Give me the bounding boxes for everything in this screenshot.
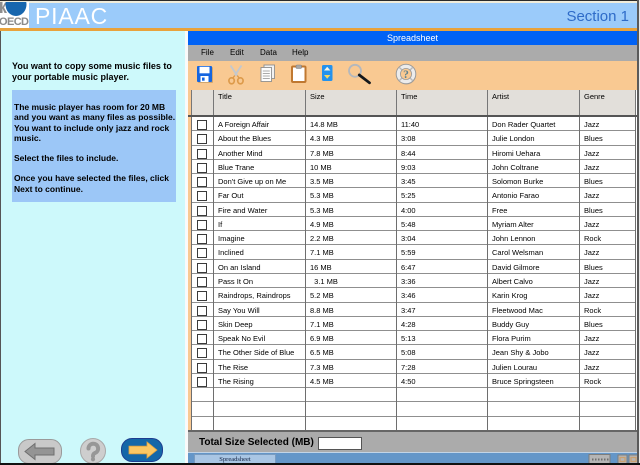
- svg-text:OECD: OECD: [0, 16, 29, 28]
